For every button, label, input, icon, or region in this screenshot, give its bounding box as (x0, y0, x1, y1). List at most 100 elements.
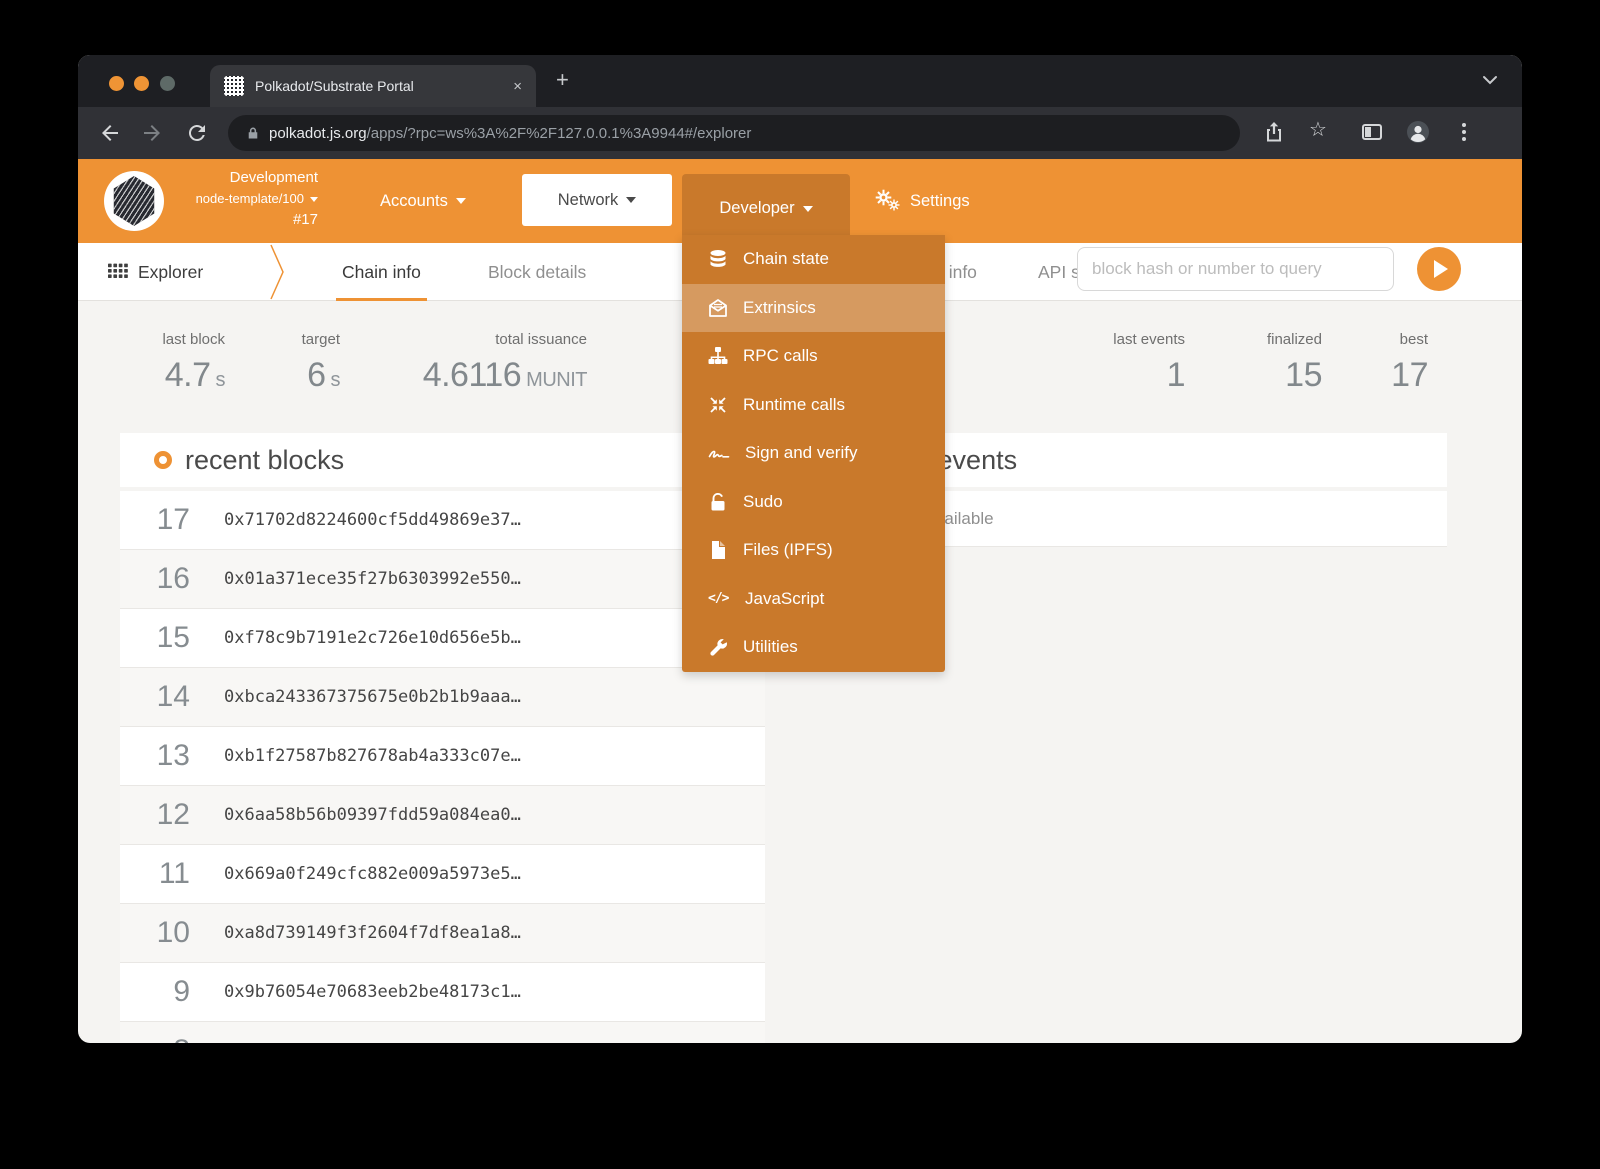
block-hash-link[interactable]: 0xa8d739149f3f2604f7df8ea1a8… (224, 923, 521, 943)
menu-item-javascript[interactable]: </> JavaScript (682, 575, 945, 624)
block-row[interactable]: 160x01a371ece35f27b6303992e550… (120, 550, 765, 609)
tab-chain-info[interactable]: Chain info (342, 243, 421, 301)
chevron-down-icon (626, 197, 636, 203)
recent-blocks-header: recent blocks (120, 433, 765, 487)
stat-value: 4.6116 (423, 356, 521, 394)
block-hash-link[interactable]: 0x01a371ece35f27b6303992e550… (224, 569, 521, 589)
stat-finalized: finalized 15 (1222, 331, 1322, 393)
menu-item-label: Utilities (743, 637, 798, 657)
traffic-light-close-icon[interactable] (109, 76, 124, 91)
apps-grid-icon[interactable] (108, 263, 128, 279)
tab-close-icon[interactable]: × (513, 78, 522, 95)
settings-label: Settings (910, 192, 970, 211)
block-number: 13 (120, 739, 190, 773)
browser-tab[interactable]: Polkadot/Substrate Portal × (210, 65, 536, 107)
recent-blocks-list: 17 0x71702d8224600cf5dd49869e37… 160x01a3… (120, 491, 765, 1043)
menu-item-label: RPC calls (743, 346, 818, 366)
chevron-down-icon (310, 197, 318, 202)
stat-best: best 17 (1348, 331, 1428, 393)
compress-arrows-icon (708, 395, 728, 415)
block-row[interactable]: 150xf78c9b7191e2c726e10d656e5b… (120, 609, 765, 668)
bookmark-star-icon[interactable]: ☆ (1309, 117, 1327, 141)
chevron-down-icon (456, 198, 466, 204)
chevron-down-icon (803, 206, 813, 212)
menu-item-rpc-calls[interactable]: RPC calls (682, 332, 945, 381)
wrench-icon (708, 637, 728, 657)
block-row[interactable]: 110x669a0f249cfc882e009a5973e5… (120, 845, 765, 904)
menu-item-label: Runtime calls (743, 395, 845, 415)
block-hash-link[interactable]: 0xf78c9b7191e2c726e10d656e5b… (224, 628, 521, 648)
menu-item-label: Sign and verify (745, 443, 857, 463)
nav-network[interactable]: Network (522, 174, 672, 226)
stat-last-events: last events 1 (1065, 331, 1185, 393)
block-number: 17 (120, 503, 190, 537)
menu-item-label: Sudo (743, 492, 783, 512)
reload-icon[interactable] (185, 121, 209, 145)
breadcrumb-chevron-icon (270, 243, 286, 301)
block-row[interactable]: 13 0xb1f27587b827678ab4a333c07e… (120, 727, 765, 786)
sitemap-icon (708, 346, 728, 366)
block-hash-link[interactable]: 0x669a0f249cfc882e009a5973e5… (224, 864, 521, 884)
chain-best-block: #17 (168, 209, 318, 230)
block-number: 9 (120, 975, 190, 1009)
stat-label: total issuance (387, 331, 587, 348)
menu-item-utilities[interactable]: Utilities (682, 623, 945, 672)
block-hash-link[interactable]: 0x9b76054e70683eeb2be48173c1… (224, 982, 521, 1002)
forward-icon[interactable] (140, 121, 164, 145)
block-row[interactable]: 100xa8d739149f3f2604f7df8ea1a8… (120, 904, 765, 963)
nav-accounts[interactable]: Accounts (380, 159, 466, 243)
browser-menu-icon[interactable] (1452, 120, 1476, 144)
share-icon[interactable] (1262, 120, 1286, 144)
substrate-logo[interactable] (104, 171, 164, 231)
block-number: 14 (120, 680, 190, 714)
network-label: Network (558, 191, 619, 210)
block-row[interactable]: 12 0x6aa58b56b09397fdd59a084ea0… (120, 786, 765, 845)
gears-icon (875, 189, 901, 213)
menu-item-files-ipfs[interactable]: Files (IPFS) (682, 526, 945, 575)
play-icon (1434, 260, 1448, 278)
stat-value: 6 (307, 356, 325, 394)
stat-value: 4.7 (165, 356, 211, 394)
query-submit-button[interactable] (1417, 247, 1461, 291)
stat-label: best (1348, 331, 1428, 348)
block-number: 12 (120, 798, 190, 832)
chain-info[interactable]: Development node-template/100 #17 (168, 167, 318, 230)
stat-label: target (260, 331, 340, 348)
chain-name: Development (168, 167, 318, 188)
menu-item-extrinsics[interactable]: Extrinsics (682, 284, 945, 333)
app-label-explorer[interactable]: Explorer (138, 243, 203, 301)
url-path: /apps/?rpc=ws%3A%2F%2F127.0.0.1%3A9944#/… (367, 125, 752, 142)
address-bar[interactable]: polkadot.js.org/apps/?rpc=ws%3A%2F%2F127… (228, 115, 1240, 151)
block-hash-link[interactable]: 0x6aa58b56b09397fdd59a084ea0… (224, 805, 521, 825)
code-icon: </> (708, 591, 730, 606)
profile-avatar-icon[interactable] (1406, 120, 1430, 144)
block-hash-link[interactable]: 0xbca243367375675e0b2b1b9aaa… (224, 687, 521, 707)
nav-settings[interactable]: Settings (875, 159, 970, 243)
recent-blocks-card: recent blocks 17 0x71702d8224600cf5dd4986… (120, 433, 765, 1043)
block-row[interactable]: 17 0x71702d8224600cf5dd49869e37… (120, 491, 765, 550)
stat-value: 17 (1348, 357, 1428, 393)
menu-item-chain-state[interactable]: Chain state (682, 235, 945, 284)
stat-unit: s (331, 369, 341, 391)
block-row[interactable]: 9 0x9b76054e70683eeb2be48173c1… (120, 963, 765, 1022)
developer-dropdown-menu: Chain state Extrinsics RPC calls (682, 235, 945, 672)
substrate-hexagon-icon (111, 176, 157, 226)
traffic-light-zoom-icon[interactable] (160, 76, 175, 91)
back-icon[interactable] (98, 121, 122, 145)
stat-label: last block (105, 331, 225, 348)
block-hash-link[interactable]: 0xb1f27587b827678ab4a333c07e… (224, 746, 521, 766)
nav-developer[interactable]: Developer (682, 174, 850, 243)
block-hash-link[interactable]: 0x71702d8224600cf5dd49869e37… (224, 510, 521, 530)
menu-item-sudo[interactable]: Sudo (682, 478, 945, 527)
stat-label: last events (1065, 331, 1185, 348)
menu-item-sign-and-verify[interactable]: Sign and verify (682, 429, 945, 478)
block-row[interactable]: 14 0xbca243367375675e0b2b1b9aaa… (120, 668, 765, 727)
side-panel-icon[interactable] (1360, 120, 1384, 144)
tab-search-chevron-icon[interactable] (1482, 75, 1498, 85)
menu-item-runtime-calls[interactable]: Runtime calls (682, 381, 945, 430)
traffic-light-minimize-icon[interactable] (134, 76, 149, 91)
block-query-input[interactable] (1077, 247, 1394, 291)
tab-block-details[interactable]: Block details (488, 243, 586, 301)
new-tab-button[interactable]: + (556, 67, 569, 93)
block-row[interactable]: 8 (120, 1022, 765, 1043)
